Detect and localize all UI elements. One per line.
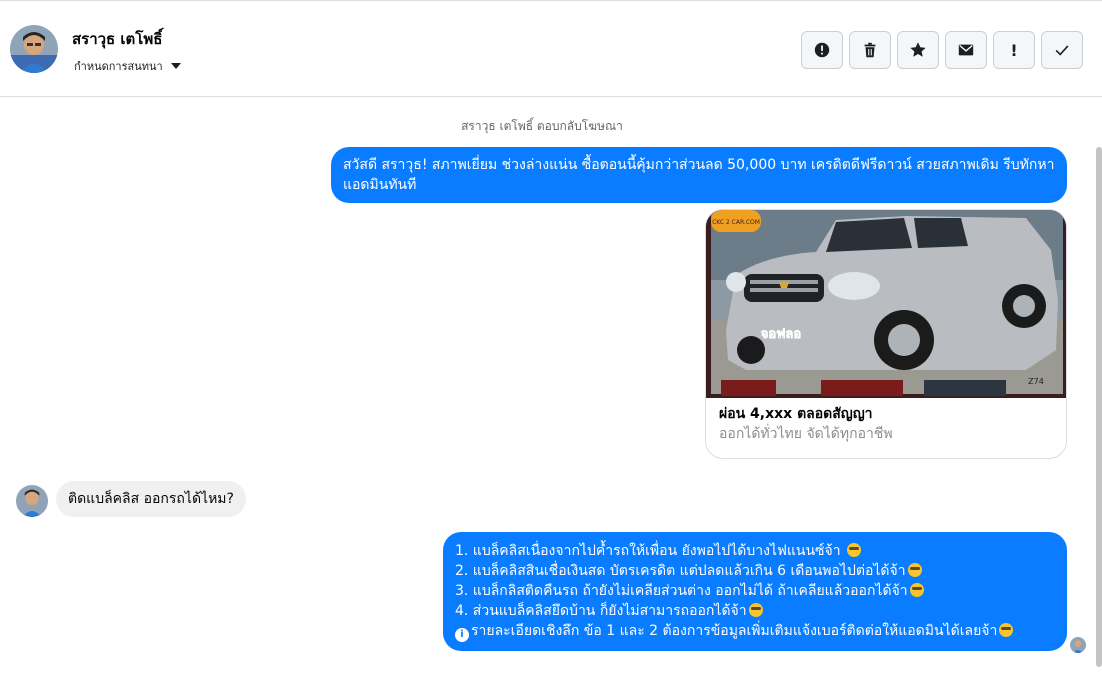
envelope-icon <box>958 44 974 56</box>
message-line-text: 1. แบล็คลิสเนื่องจากไปค้ำรถให้เพื่อน ยัง… <box>455 543 841 559</box>
incoming-message[interactable]: ติดแบล็คลิส ออกรถได้ไหม? <box>56 481 246 517</box>
message-line: 1. แบล็คลิสเนื่องจากไปค้ำรถให้เพื่อน ยัง… <box>455 541 1055 561</box>
message-line: 2. แบล็คลิสสินเชื่อเงินสด บัตรเครดิต แต่… <box>455 561 1055 581</box>
contact-name[interactable]: สราวุธ เตโพธิ์ <box>72 27 162 51</box>
message-line-text: 3. แบล็กลิสติดคืนรถ ถ้ายังไม่เคลียส่วนต่… <box>455 583 908 599</box>
ad-image-tag: Z74 <box>1028 377 1044 386</box>
outgoing-message[interactable]: สวัสดี สราวุธ! สภาพเยี่ยม ช่วงล่างแน่น ซ… <box>331 147 1067 203</box>
assign-conversation-dropdown[interactable]: กำหนดการสนทนา <box>74 57 181 75</box>
grimace-emoji-icon <box>999 623 1014 637</box>
ad-image: CKC 2 CAR.COM จอฟลอ Z74 <box>706 210 1066 398</box>
ad-card-title: ผ่อน 4,xxx ตลอดสัญญา <box>719 406 873 422</box>
message-line-text: รายละเอียดเชิงลึก ข้อ 1 และ 2 ต้องการข้อ… <box>471 623 998 639</box>
message-line: i รายละเอียดเชิงลึก ข้อ 1 และ 2 ต้องการข้… <box>455 621 1055 642</box>
mark-done-button[interactable] <box>1041 31 1083 69</box>
message-line-text: 4. ส่วนแบล็คลิสยึดบ้าน ก็ยังไม่สามารถออก… <box>455 603 747 619</box>
chevron-down-icon <box>170 63 181 69</box>
star-button[interactable] <box>897 31 939 69</box>
ad-card-subtitle: ออกได้ทั่วไทย จัดได้ทุกอาชีพ <box>719 426 893 442</box>
read-receipt-avatar <box>1070 637 1086 653</box>
contact-avatar-small <box>16 485 48 517</box>
trash-icon <box>864 42 876 58</box>
follow-up-button[interactable]: ! <box>993 31 1035 69</box>
grimace-emoji-icon <box>907 563 922 577</box>
ad-reply-note: สราวุธ เตโพธิ์ ตอบกลับโฆษณา <box>461 119 623 133</box>
message-line: 4. ส่วนแบล็คลิสยึดบ้าน ก็ยังไม่สามารถออก… <box>455 601 1055 621</box>
grimace-emoji-icon <box>847 543 862 557</box>
info-icon: i <box>455 628 469 642</box>
grimace-emoji-icon <box>909 583 924 597</box>
assign-conversation-label: กำหนดการสนทนา <box>74 60 163 73</box>
ad-image-badge: CKC 2 CAR.COM <box>712 219 760 226</box>
grimace-emoji-icon <box>748 603 763 617</box>
delete-button[interactable] <box>849 31 891 69</box>
contact-avatar[interactable] <box>10 25 58 73</box>
checkmark-icon <box>1055 45 1069 56</box>
exclamation-icon: ! <box>1010 40 1018 60</box>
mark-spam-button[interactable] <box>801 31 843 69</box>
alert-circle-icon <box>814 42 830 58</box>
outgoing-message-list[interactable]: 1. แบล็คลิสเนื่องจากไปค้ำรถให้เพื่อน ยัง… <box>443 532 1067 651</box>
message-line: 3. แบล็กลิสติดคืนรถ ถ้ายังไม่เคลียส่วนต่… <box>455 581 1055 601</box>
thread-scrollbar[interactable] <box>1096 147 1102 667</box>
ad-image-sticker: จอฟลอ <box>761 327 801 342</box>
ad-card[interactable]: CKC 2 CAR.COM จอฟลอ Z74 ผ่อน 4,xxx ตลอดส… <box>705 209 1067 459</box>
message-line-text: 2. แบล็คลิสสินเชื่อเงินสด บัตรเครดิต แต่… <box>455 563 906 579</box>
header-actions: ! <box>801 31 1083 69</box>
conversation-header: สราวุธ เตโพธิ์ กำหนดการสนทนา ! <box>0 1 1102 97</box>
star-icon <box>910 42 926 57</box>
conversation-view: สราวุธ เตโพธิ์ กำหนดการสนทนา ! สราวุธ เต… <box>0 0 1102 679</box>
mark-unread-button[interactable] <box>945 31 987 69</box>
